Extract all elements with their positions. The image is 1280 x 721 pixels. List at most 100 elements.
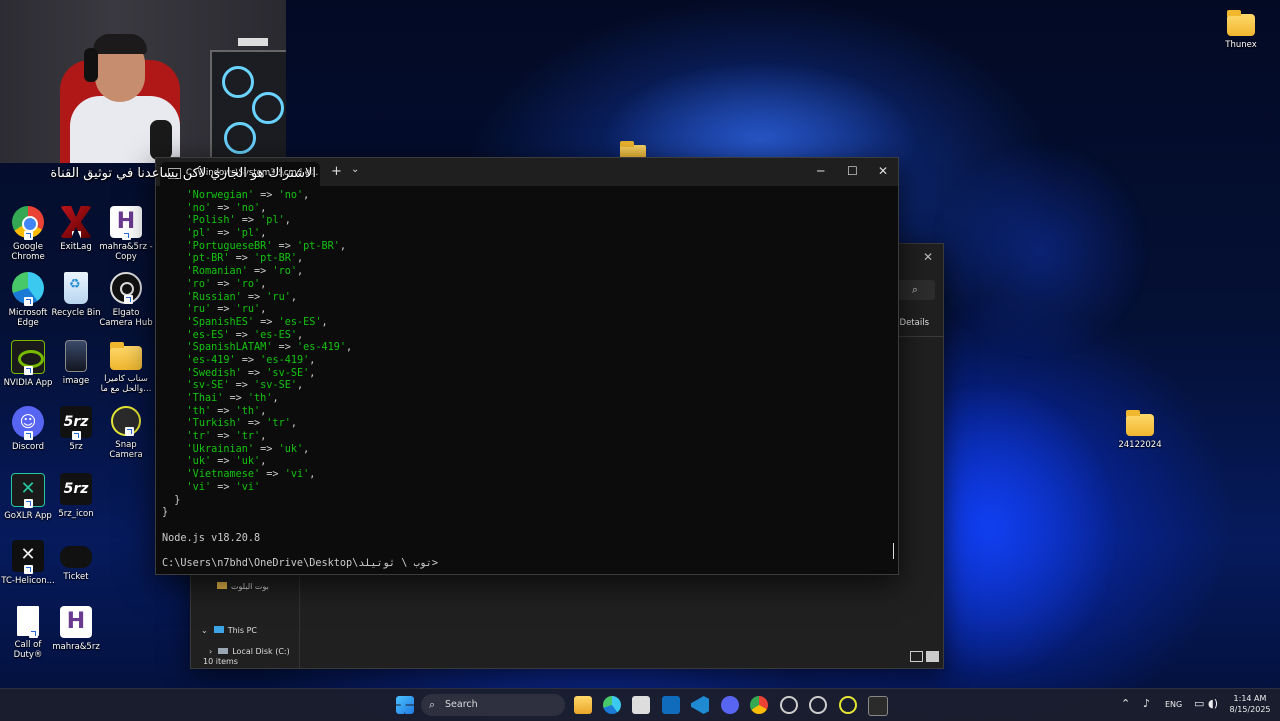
icon-label: سناب كاميرا والحل مع ما... [100, 374, 152, 394]
terminal-line: 'PortugueseBR' => 'pt-BR', [186, 240, 347, 252]
new-tab-icon[interactable]: + [331, 164, 342, 179]
desktop-icon-snap-folder[interactable]: سناب كاميرا والحل مع ما... [98, 340, 154, 394]
discord-icon[interactable] [721, 696, 739, 714]
app-icon[interactable] [780, 696, 798, 714]
terminal-line: 'Polish' => 'pl', [186, 215, 291, 227]
webcam-pc-case [210, 50, 286, 163]
terminal-line: 'tr' => 'tr', [186, 431, 267, 443]
desktop-icon-thunex[interactable]: Thunex [1213, 10, 1269, 50]
terminal-window[interactable]: C:\Windows\System32\cmd.e... ✕ + ⌄ ─ ☐ ✕… [155, 157, 899, 575]
terminal-line: 'ro' => 'ro', [186, 278, 267, 290]
close-icon[interactable]: ✕ [923, 250, 933, 264]
webcam-person-hair [93, 34, 147, 54]
minimize-icon[interactable]: ─ [817, 164, 824, 178]
icon-label: Recycle Bin [51, 308, 101, 318]
monitor-icon[interactable]: ▭ [1194, 697, 1204, 710]
view-toggle[interactable] [907, 647, 939, 666]
nav-item-folder[interactable]: بوت البلوت [217, 582, 269, 591]
terminal-line: } [162, 507, 169, 519]
icon-label: 24122024 [1118, 440, 1162, 450]
terminal-line: 'th' => 'th', [186, 405, 267, 417]
desktop-icon-exitlag[interactable]: ExitLag [48, 206, 104, 252]
exitlag-icon [60, 206, 92, 238]
start-icon[interactable] [396, 696, 414, 714]
terminal-output[interactable]: 'Norwegian' => 'no', 'no' => 'no', 'Poli… [162, 190, 892, 570]
nav-item-this-pc[interactable]: ⌄ This PC [201, 626, 257, 635]
desktop-icon-folder-24122024[interactable]: 24122024 [1112, 410, 1168, 450]
terminal-line: Node.js v18.20.8 [162, 532, 261, 544]
recycle-bin-icon: ♻ [64, 272, 88, 304]
h-app-icon: H [60, 606, 92, 638]
edge-icon[interactable] [603, 696, 621, 714]
goxlr-icon: ✕ [11, 473, 45, 508]
chevron-right-icon: › [209, 647, 213, 656]
ticket-icon [60, 546, 92, 568]
desktop-icon-elgato[interactable]: Elgato Camera Hub [98, 272, 154, 328]
icon-label: ExitLag [60, 242, 92, 252]
folder-icon [110, 342, 142, 370]
nav-item-local-disk[interactable]: › Local Disk (C:) [209, 647, 290, 656]
maximize-icon[interactable]: ☐ [847, 164, 858, 178]
text-cursor [893, 543, 894, 559]
nvidia-icon [11, 340, 45, 375]
desktop-icon-image[interactable]: image [48, 340, 104, 386]
terminal-line: 'Romanian' => 'ro', [186, 266, 304, 278]
microphone-icon[interactable]: ♪ [1143, 697, 1150, 710]
h-app-icon: H [110, 206, 142, 240]
vscode-icon[interactable] [691, 696, 709, 714]
icon-label: Ticket [63, 572, 89, 582]
chrome-icon[interactable] [750, 696, 768, 714]
tc-helicon-icon: ✕ [12, 540, 44, 574]
desktop-icon-recycle-bin[interactable]: ♻ Recycle Bin [48, 272, 104, 318]
tiles-view-icon[interactable] [926, 651, 939, 662]
status-bar-item-count: 10 items [203, 657, 238, 666]
folder-icon [217, 582, 227, 589]
camera-icon [110, 272, 142, 304]
terminal-line: 'Thai' => 'th', [186, 393, 279, 404]
chevron-down-icon[interactable]: ⌄ [351, 164, 359, 175]
details-button[interactable]: Details [900, 318, 929, 328]
desktop-icon-ticket[interactable]: Ticket [48, 540, 104, 582]
speaker-icon[interactable]: ◖) [1208, 697, 1218, 710]
desktop-icon-mahra[interactable]: H mahra&5rz [48, 606, 104, 652]
chevron-down-icon: ⌄ [201, 626, 208, 635]
monitor-icon [213, 626, 224, 633]
terminal-line: 'Norwegian' => 'no', [186, 190, 310, 201]
icon-label: Elgato Camera Hub [99, 308, 153, 328]
app-icon[interactable] [809, 696, 827, 714]
wallpaper-bloom [930, 140, 1150, 360]
snap-camera-icon [111, 406, 141, 436]
terminal-icon[interactable] [868, 696, 888, 716]
clock[interactable]: 1:14 AM 8/15/2025 [1222, 693, 1278, 715]
close-icon[interactable]: ✕ [878, 164, 888, 178]
terminal-line: 'no' => 'no', [186, 202, 267, 214]
terminal-line: 'pl' => 'pl', [186, 228, 267, 240]
terminal-line: 'es-ES' => 'es-ES', [186, 329, 304, 341]
desktop-icon-5rz-icon[interactable]: 5rz 5rz_icon [48, 473, 104, 519]
file-explorer-icon[interactable] [574, 696, 592, 714]
outlook-icon[interactable] [662, 696, 680, 714]
desktop-icon-snap-camera[interactable]: Snap Camera [98, 406, 154, 460]
icon-label: Snap Camera [109, 440, 143, 460]
terminal-line: 'ru' => 'ru', [186, 304, 267, 316]
terminal-line: 'SpanishLATAM' => 'es-419', [186, 342, 353, 354]
5rz-logo-icon: 5rz [60, 473, 92, 505]
details-view-icon[interactable] [910, 651, 923, 662]
snap-camera-icon[interactable] [839, 696, 857, 714]
search-button[interactable]: ⌕ [895, 280, 935, 300]
store-icon[interactable] [632, 696, 650, 714]
language-indicator[interactable]: ENG [1165, 700, 1182, 709]
taskbar: ⌕ Search ⌃ ♪ ENG ▭ ◖) 1:14 AM 8/15/2025 [0, 688, 1280, 721]
webcam-microphone [150, 120, 172, 160]
desktop-icon-5rz[interactable]: 5rz 5rz [48, 406, 104, 452]
desktop-icon-mahra-copy[interactable]: H mahra&5rz - Copy [98, 206, 154, 262]
drive-icon [218, 648, 229, 654]
folder-icon [1227, 10, 1255, 36]
tray-chevron-up-icon[interactable]: ⌃ [1121, 697, 1130, 710]
5rz-logo-icon: 5rz [60, 406, 92, 440]
taskbar-search[interactable]: ⌕ Search [421, 694, 565, 716]
divider [899, 336, 943, 337]
terminal-line: 'vi' => 'vi' [186, 481, 261, 493]
nav-item-label: Local Disk (C:) [232, 647, 290, 656]
